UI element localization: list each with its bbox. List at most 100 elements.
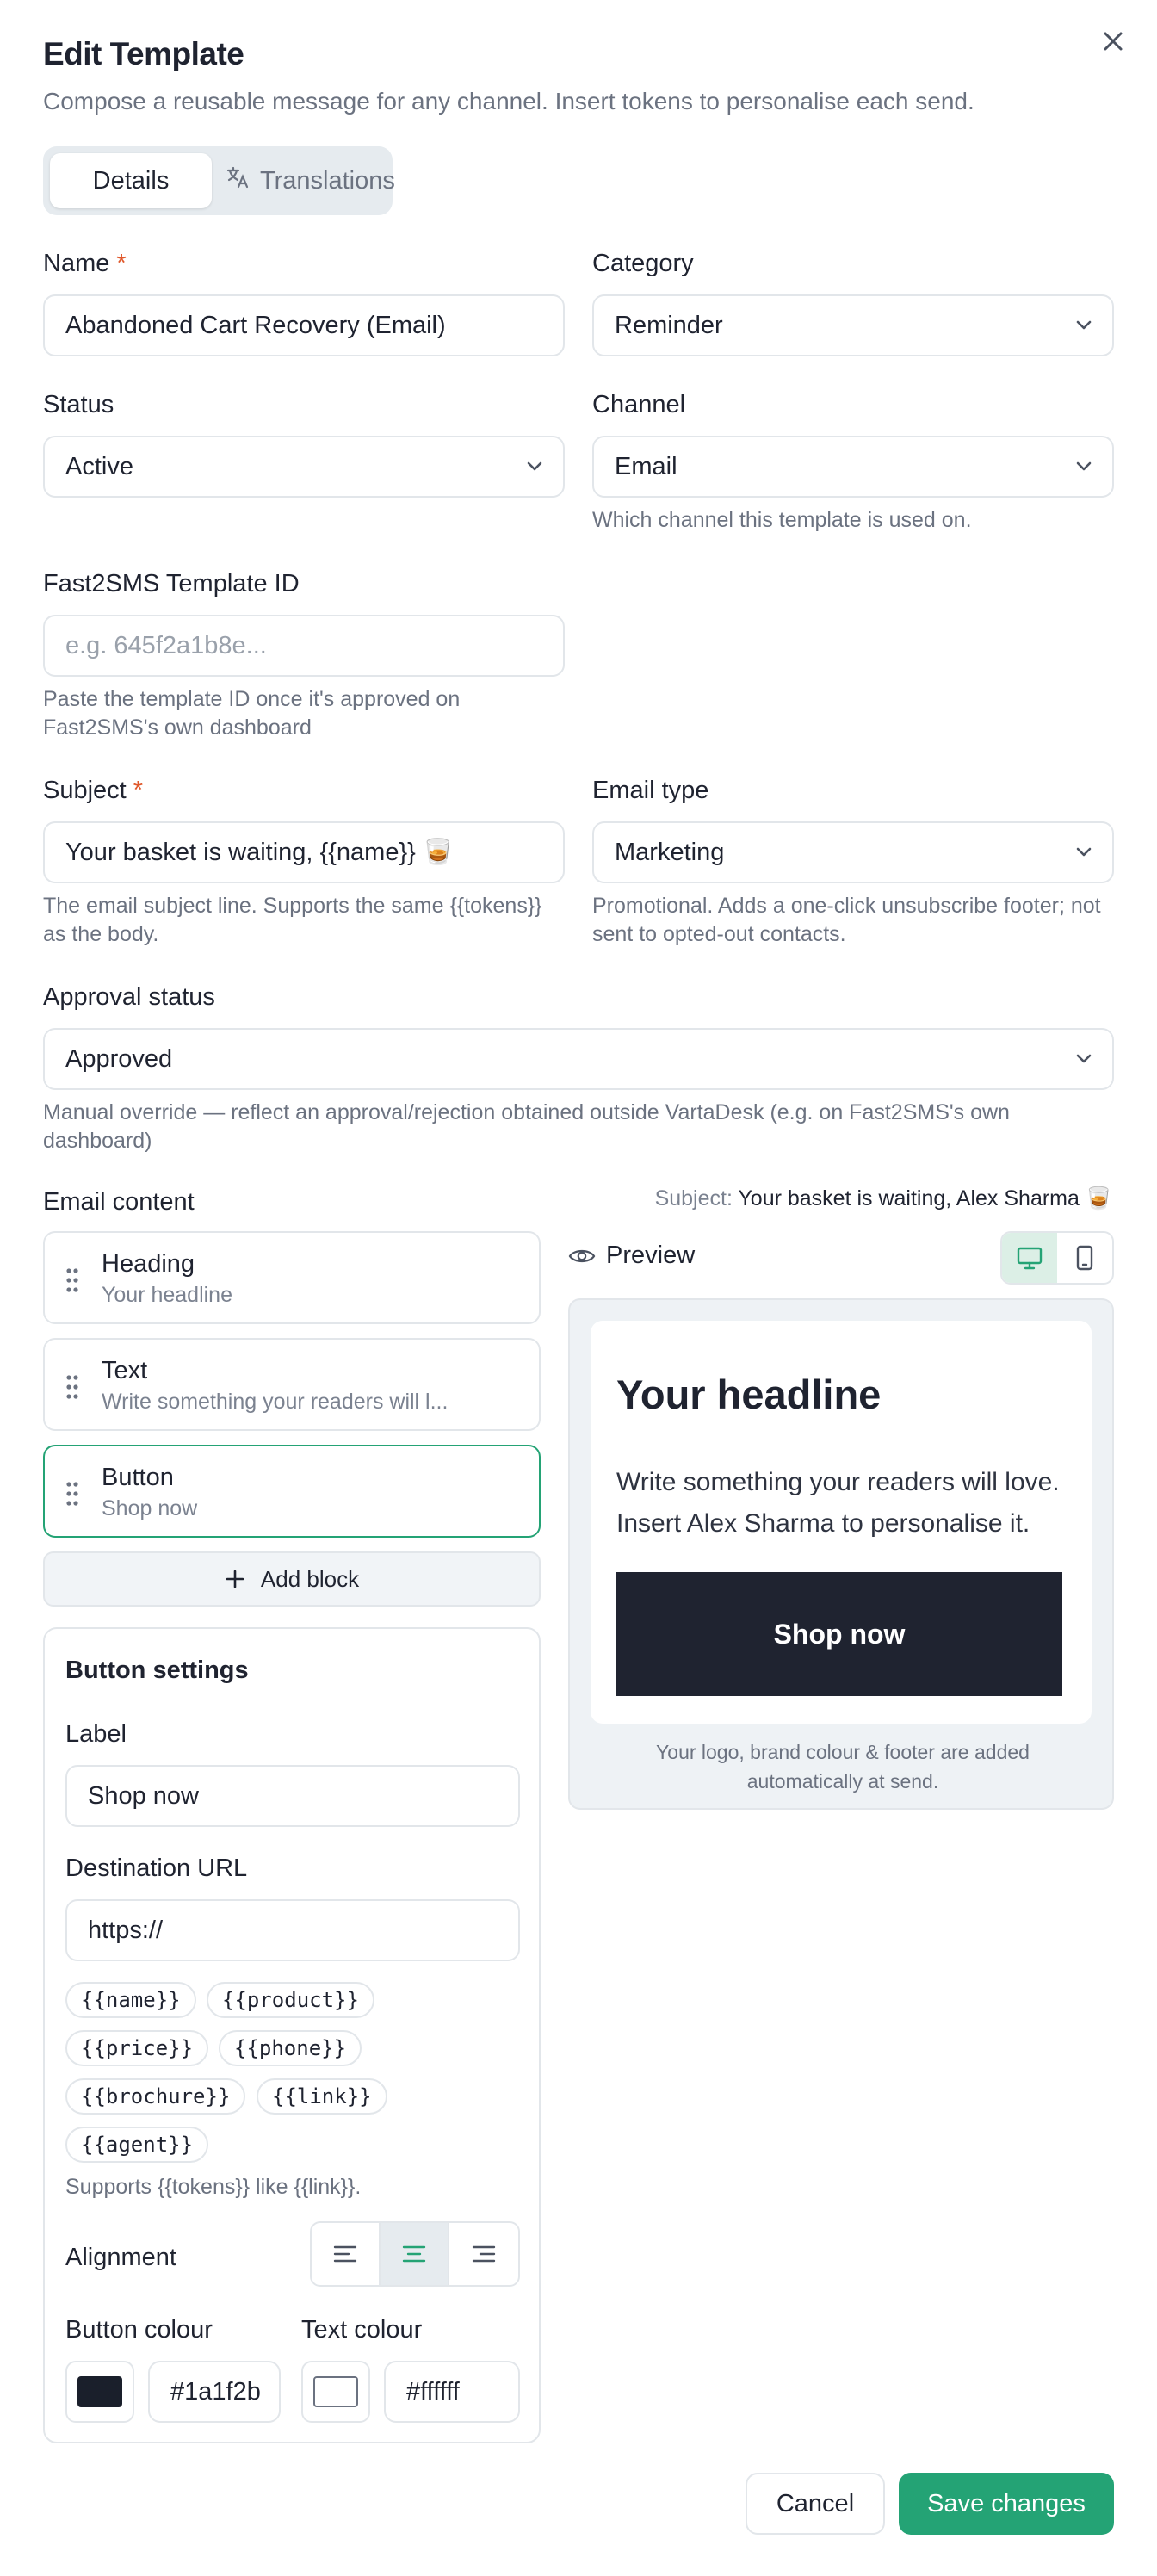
align-center-button[interactable] [381, 2223, 449, 2285]
block-title: Heading [102, 1250, 195, 1278]
approval-status-value: Approved [65, 1044, 173, 1073]
block-title: Button [102, 1464, 174, 1491]
modal-title: Edit Template [43, 36, 244, 71]
subject-preview-label: Subject: [654, 1186, 733, 1211]
chevron-down-icon [1076, 1054, 1092, 1063]
button-colour-preview [77, 2376, 122, 2407]
align-left-icon [333, 2245, 357, 2263]
device-toggle [1000, 1231, 1114, 1285]
chevron-down-icon [1076, 847, 1092, 857]
button-settings-title: Button settings [65, 1656, 249, 1684]
destination-url-label: Destination URL [65, 1855, 248, 1882]
mobile-icon [1076, 1245, 1093, 1271]
preview-label: Preview [606, 1242, 696, 1269]
destination-url-input[interactable]: https:// [65, 1899, 520, 1961]
email-type-help: Promotional. Adds a one-click unsubscrib… [592, 894, 1101, 946]
block-subtitle: Shop now [102, 1496, 198, 1520]
cancel-button[interactable]: Cancel [746, 2473, 885, 2535]
token-chip[interactable]: {{price}} [65, 2030, 209, 2066]
approval-status-label: Approval status [43, 983, 215, 1011]
block-subtitle: Your headline [102, 1283, 232, 1307]
mobile-preview-button[interactable] [1057, 1233, 1112, 1283]
status-value: Active [65, 452, 133, 480]
tab-details[interactable]: Details [50, 153, 212, 208]
email-preview-panel: Your headline Write something your reade… [568, 1298, 1114, 1810]
required-mark: * [116, 250, 127, 277]
preview-cta-button: Shop now [616, 1572, 1062, 1696]
status-label: Status [43, 391, 114, 418]
email-preview-card: Your headline Write something your reade… [591, 1321, 1092, 1724]
preview-headline: Your headline [616, 1372, 882, 1417]
token-chip[interactable]: {{agent}} [65, 2127, 209, 2163]
align-left-button[interactable] [312, 2223, 381, 2285]
subject-label: Subject * [43, 777, 144, 804]
email-type-label: Email type [592, 777, 709, 804]
button-label-label: Label [65, 1720, 127, 1748]
approval-status-help: Manual override — reflect an approval/re… [43, 1100, 1010, 1153]
email-type-select[interactable]: Marketing [592, 821, 1114, 883]
preview-footer-note: Your logo, brand colour & footer are add… [656, 1741, 1030, 1793]
token-chip[interactable]: {{brochure}} [65, 2078, 246, 2115]
text-colour-swatch[interactable] [301, 2361, 370, 2423]
button-colour-label: Button colour [65, 2316, 213, 2344]
category-select[interactable]: Reminder [592, 294, 1114, 356]
status-select[interactable]: Active [43, 436, 565, 498]
block-title: Text [102, 1357, 148, 1384]
translate-icon [226, 165, 250, 196]
align-right-button[interactable] [449, 2223, 518, 2285]
subject-help: The email subject line. Supports the sam… [43, 894, 542, 946]
channel-value: Email [615, 452, 677, 480]
button-colour-input[interactable]: #1a1f2b [148, 2361, 281, 2423]
token-chip[interactable]: {{link}} [257, 2078, 387, 2115]
tab-translations-label: Translations [260, 166, 395, 195]
drag-handle-icon[interactable] [65, 1267, 79, 1293]
text-colour-preview [313, 2376, 358, 2407]
channel-help: Which channel this template is used on. [592, 508, 972, 532]
subject-input[interactable]: Your basket is waiting, {{name}} 🥃 [43, 821, 565, 883]
align-right-icon [472, 2245, 496, 2263]
close-icon[interactable] [1098, 26, 1129, 57]
category-value: Reminder [615, 311, 723, 339]
approval-status-select[interactable]: Approved [43, 1028, 1114, 1090]
tab-translations[interactable]: Translations [226, 153, 395, 208]
drag-handle-icon[interactable] [65, 1481, 79, 1507]
channel-select[interactable]: Email [592, 436, 1114, 498]
block-heading[interactable]: Heading Your headline [43, 1231, 541, 1324]
token-chip[interactable]: {{product}} [207, 1982, 374, 2018]
tokens-help: Supports {{tokens}} like {{link}}. [65, 2175, 362, 2199]
block-button[interactable]: Button Shop now [43, 1445, 541, 1538]
fast2sms-id-label: Fast2SMS Template ID [43, 570, 300, 598]
add-block-button[interactable]: Add block [43, 1551, 541, 1607]
subject-preview-value: Your basket is waiting, Alex Sharma 🥃 [738, 1186, 1112, 1211]
chevron-down-icon [1076, 461, 1092, 471]
drag-handle-icon[interactable] [65, 1374, 79, 1400]
alignment-label: Alignment [65, 2244, 176, 2271]
edit-template-modal: Edit Template Compose a reusable message… [0, 0, 1157, 2576]
fast2sms-id-input[interactable]: e.g. 645f2a1b8e... [43, 615, 565, 677]
email-type-value: Marketing [615, 838, 725, 866]
category-label: Category [592, 250, 694, 277]
token-chip[interactable]: {{name}} [65, 1982, 196, 2018]
eye-icon [568, 1249, 596, 1262]
block-text[interactable]: Text Write something your readers will l… [43, 1338, 541, 1431]
channel-label: Channel [592, 391, 686, 418]
subject-preview: Subject: Your basket is waiting, Alex Sh… [655, 1186, 1112, 1211]
block-subtitle: Write something your readers will l... [102, 1390, 449, 1414]
desktop-preview-button[interactable] [1002, 1233, 1057, 1283]
modal-subtitle: Compose a reusable message for any chann… [43, 88, 974, 115]
button-settings-panel: Button settings Label Shop now Destinati… [43, 1627, 541, 2443]
add-block-label: Add block [260, 1565, 360, 1592]
email-content-label: Email content [43, 1188, 195, 1216]
token-chip[interactable]: {{phone}} [219, 2030, 362, 2066]
chevron-down-icon [527, 461, 542, 471]
button-label-input[interactable]: Shop now [65, 1765, 520, 1827]
required-mark: * [133, 777, 144, 804]
text-colour-label: Text colour [301, 2316, 423, 2344]
save-changes-button[interactable]: Save changes [899, 2473, 1114, 2535]
tab-bar: Details Translations [43, 146, 395, 215]
button-colour-swatch[interactable] [65, 2361, 134, 2423]
name-input[interactable]: Abandoned Cart Recovery (Email) [43, 294, 565, 356]
text-colour-input[interactable]: #ffffff [384, 2361, 520, 2423]
alignment-toggle [310, 2221, 520, 2287]
plus-icon [226, 1570, 244, 1588]
